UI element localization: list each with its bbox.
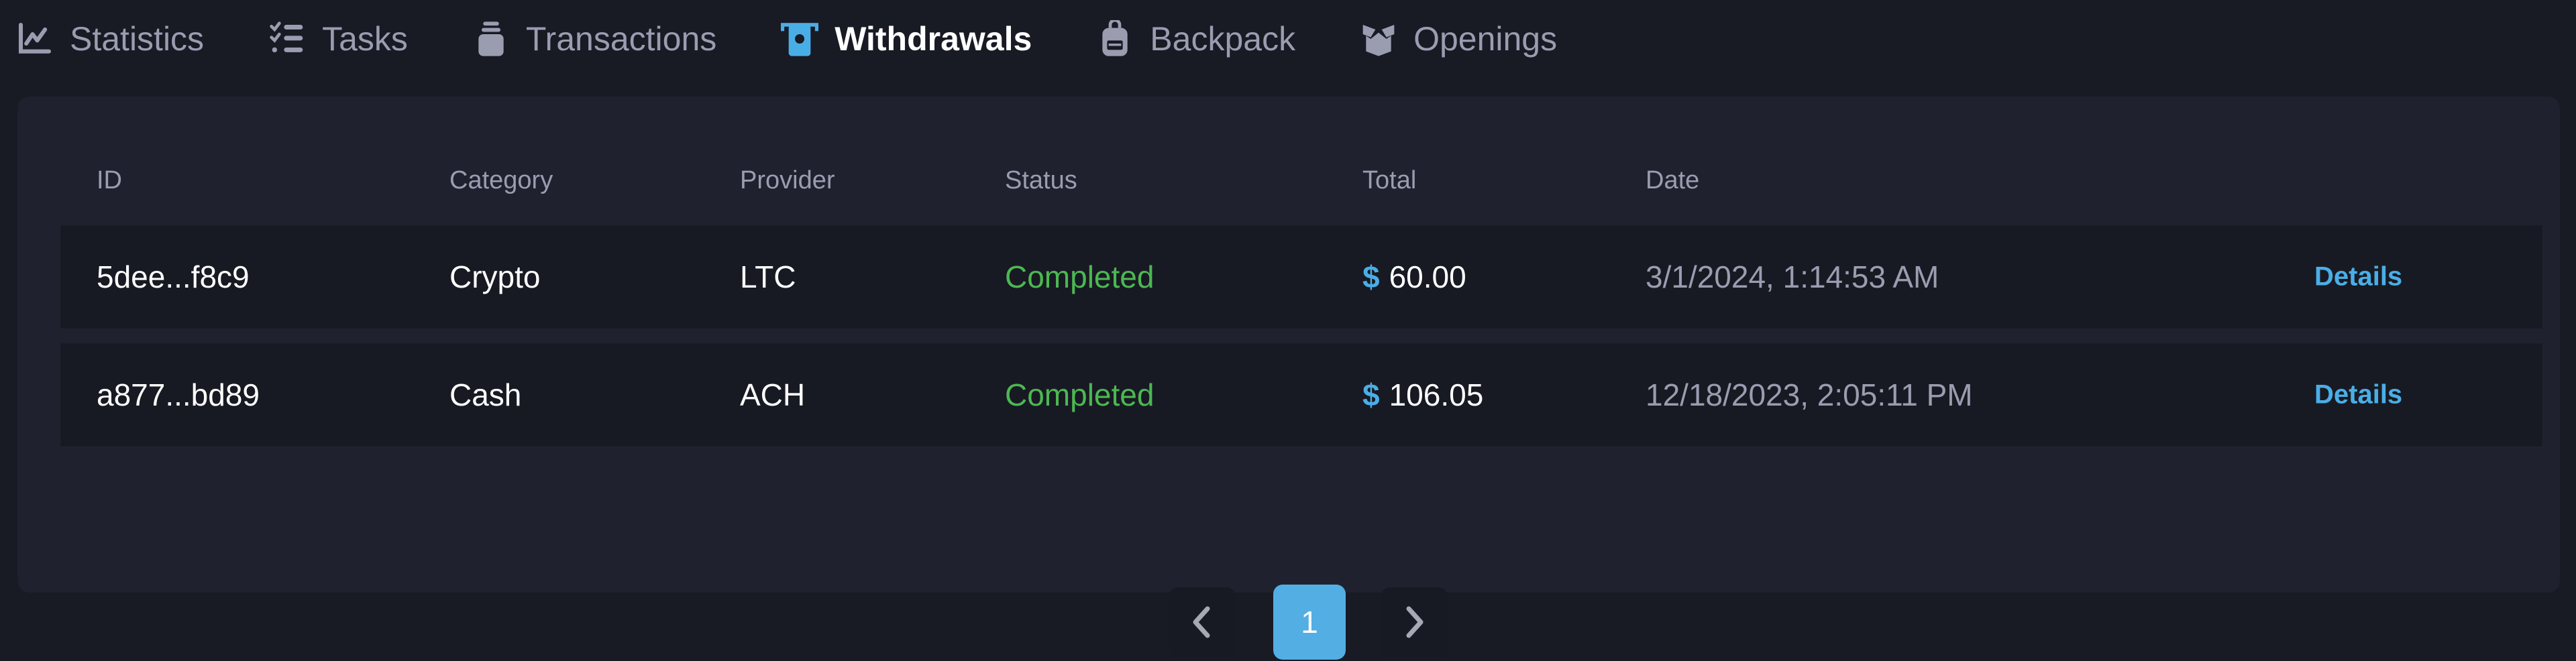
tab-label: Withdrawals bbox=[835, 20, 1032, 58]
column-header-category: Category bbox=[449, 166, 553, 194]
tab-backpack[interactable]: Backpack bbox=[1096, 19, 1295, 58]
tab-transactions[interactable]: Transactions bbox=[472, 19, 716, 58]
tab-label: Transactions bbox=[525, 20, 717, 58]
cell-date: 12/18/2023, 2:05:11 PM bbox=[1646, 377, 1973, 412]
column-header-total: Total bbox=[1362, 166, 1417, 194]
previous-page-button[interactable] bbox=[1169, 587, 1236, 657]
details-link[interactable]: Details bbox=[2314, 262, 2402, 292]
column-header-id: ID bbox=[97, 166, 122, 194]
cell-provider: ACH bbox=[740, 377, 806, 412]
status-badge: Completed bbox=[1005, 259, 1155, 294]
coin-stack-icon bbox=[472, 20, 510, 58]
dollar-icon: $ bbox=[1362, 377, 1380, 412]
chevron-right-icon bbox=[1406, 606, 1424, 638]
page-button-current[interactable]: 1 bbox=[1273, 585, 1346, 660]
tab-openings[interactable]: Openings bbox=[1360, 19, 1557, 58]
tab-tasks[interactable]: Tasks bbox=[268, 19, 408, 58]
withdrawals-panel: ID Category Provider Status Total Date 5… bbox=[17, 97, 2560, 660]
chart-line-icon bbox=[16, 20, 54, 58]
checklist-icon bbox=[268, 20, 306, 58]
tab-label: Backpack bbox=[1150, 20, 1296, 58]
cell-category: Crypto bbox=[449, 259, 541, 294]
chevron-left-icon bbox=[1193, 606, 1210, 638]
status-badge: Completed bbox=[1005, 377, 1155, 412]
table-row: 5dee...f8c9 Crypto LTC Completed $60.00 … bbox=[60, 225, 2542, 328]
tab-bar: Statistics Tasks Transactions Withdrawal… bbox=[16, 12, 1621, 66]
details-link[interactable]: Details bbox=[2314, 380, 2402, 410]
tab-label: Tasks bbox=[322, 20, 408, 58]
table-row: a877...bd89 Cash ACH Completed $106.05 1… bbox=[60, 343, 2542, 446]
tab-statistics[interactable]: Statistics bbox=[16, 19, 204, 58]
tab-withdrawals[interactable]: Withdrawals bbox=[781, 19, 1032, 58]
pagination: 1 bbox=[17, 585, 2560, 661]
atm-withdraw-icon bbox=[781, 20, 819, 58]
column-header-status: Status bbox=[1005, 166, 1077, 194]
cell-category: Cash bbox=[449, 377, 522, 412]
cell-provider: LTC bbox=[740, 259, 796, 294]
total-amount: 106.05 bbox=[1389, 377, 1484, 412]
backpack-icon bbox=[1096, 20, 1134, 58]
column-header-date: Date bbox=[1646, 166, 1700, 194]
total-amount: 60.00 bbox=[1389, 259, 1466, 294]
table-header: ID Category Provider Status Total Date bbox=[17, 97, 2560, 231]
box-open-icon bbox=[1360, 20, 1397, 58]
cell-id: a877...bd89 bbox=[97, 377, 260, 412]
next-page-button[interactable] bbox=[1381, 587, 1448, 657]
tab-label: Statistics bbox=[70, 20, 205, 58]
cell-date: 3/1/2024, 1:14:53 AM bbox=[1646, 259, 1939, 294]
tab-label: Openings bbox=[1413, 20, 1558, 58]
cell-total: $60.00 bbox=[1362, 259, 1466, 295]
cell-total: $106.05 bbox=[1362, 377, 1483, 413]
dollar-icon: $ bbox=[1362, 259, 1380, 294]
cell-id: 5dee...f8c9 bbox=[97, 259, 250, 294]
column-header-provider: Provider bbox=[740, 166, 835, 194]
